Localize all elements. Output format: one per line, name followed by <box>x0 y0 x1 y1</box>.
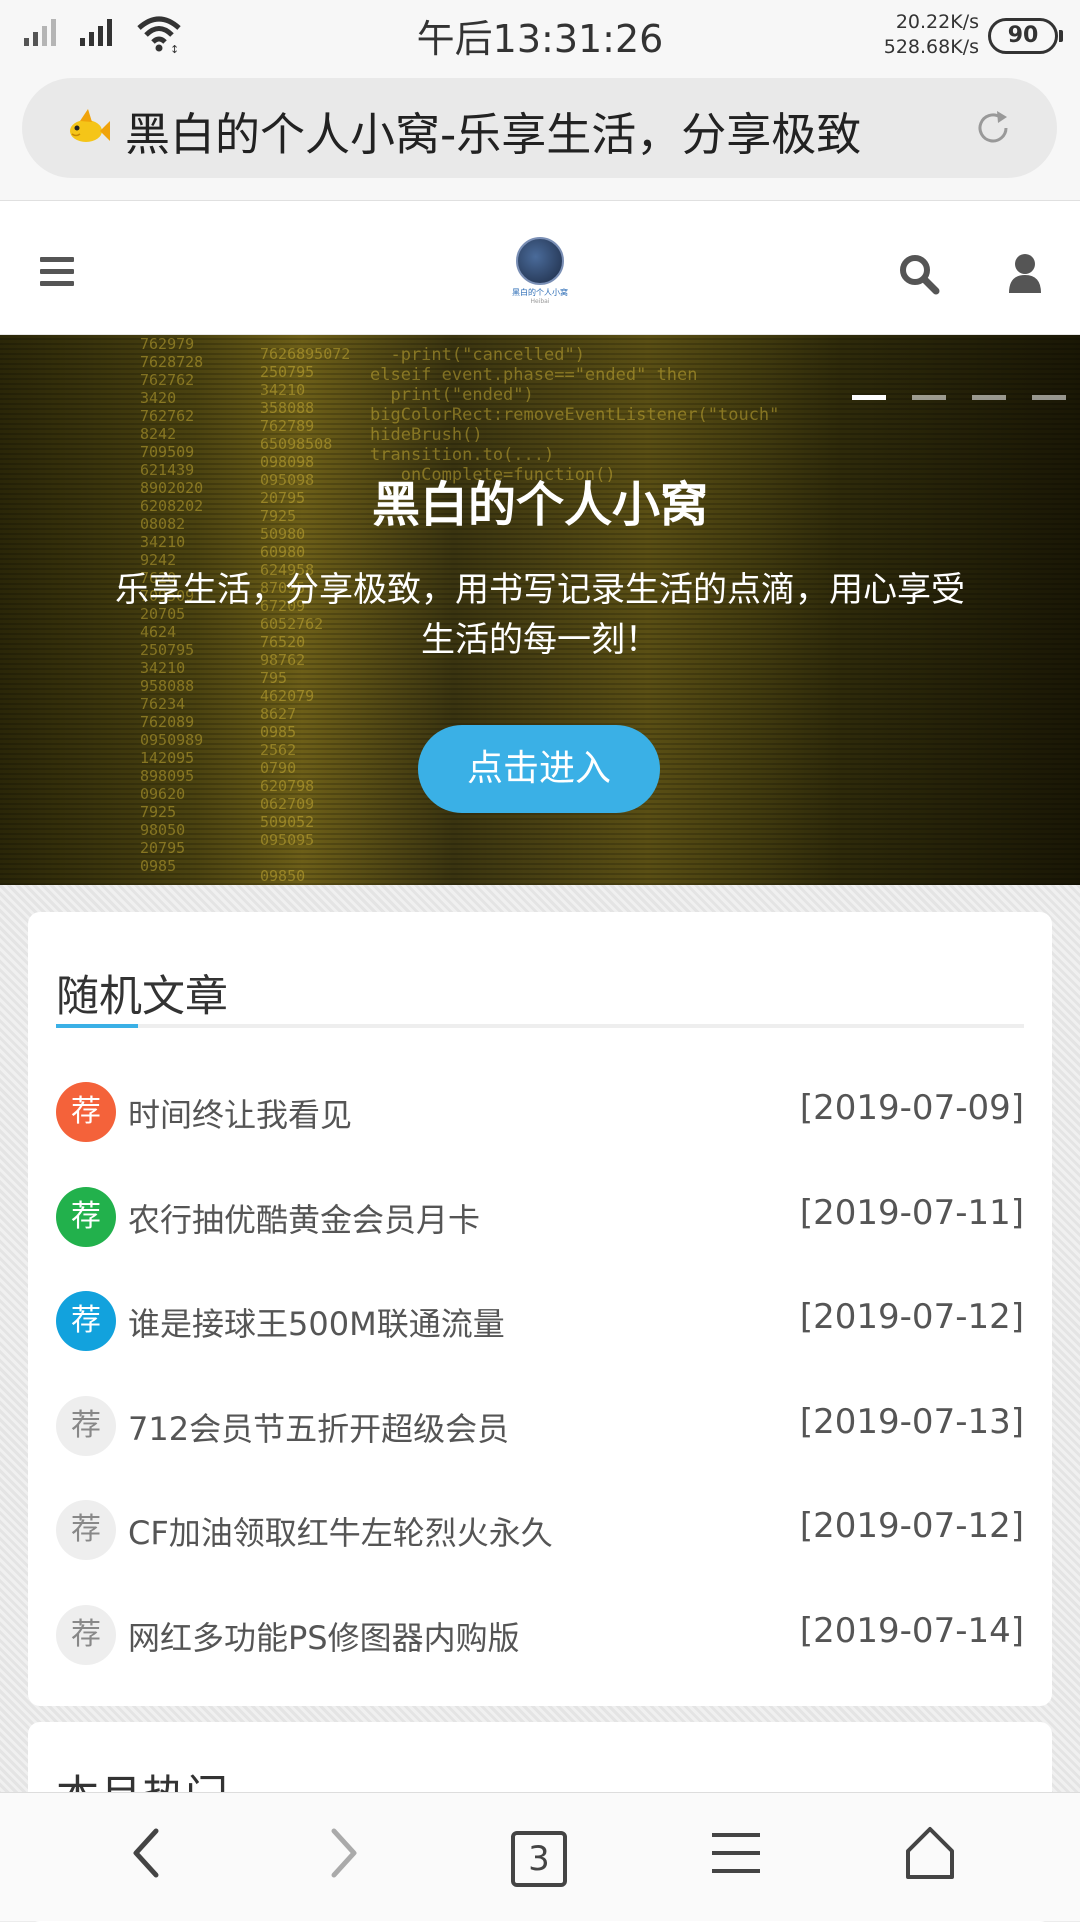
enter-button[interactable]: 点击进入 <box>418 725 660 813</box>
menu-icon[interactable] <box>40 257 74 287</box>
recommend-badge: 荐 <box>56 1500 116 1561</box>
section-divider <box>56 1024 1024 1028</box>
article-date: [2019-07-12] <box>799 1506 1024 1547</box>
carousel-indicators <box>852 395 1066 400</box>
article-date: [2019-07-13] <box>799 1401 1024 1442</box>
site-header: 黑白的个人小窝 Heibai <box>0 201 1080 335</box>
network-speed: 20.22K/s 528.68K/s <box>884 10 979 60</box>
forward-icon[interactable] <box>312 1823 372 1883</box>
list-item[interactable]: 荐时间终让我看见 [2019-07-09] <box>56 1060 1024 1165</box>
article-title[interactable]: 712会员节五折开超级会员 <box>128 1404 509 1450</box>
article-title[interactable]: 网红多功能PS修图器内购版 <box>128 1613 520 1659</box>
user-icon[interactable] <box>1008 253 1042 293</box>
recommend-badge: 荐 <box>56 1186 116 1247</box>
page-title: 黑白的个人小窝-乐享生活，分享极致 <box>125 108 862 161</box>
random-articles-card: 随机文章 荐时间终让我看见 [2019-07-09] 荐农行抽优酷黄金会员月卡 [20… <box>28 912 1052 1706</box>
article-title[interactable]: 谁是接球王500M联通流量 <box>128 1299 505 1345</box>
browser-bottom-nav: 3 <box>0 1792 1080 1921</box>
download-speed: 528.68K/s <box>883 36 979 58</box>
hero-banner: 762979 7628728 762762 3420 762762 8242 7… <box>0 335 1080 885</box>
recommend-badge: 荐 <box>56 1395 116 1456</box>
article-title[interactable]: CF加油领取红牛左轮烈火永久 <box>128 1508 553 1554</box>
search-icon[interactable] <box>898 253 940 295</box>
list-item[interactable]: 荐农行抽优酷黄金会员月卡 [2019-07-11] <box>56 1165 1024 1270</box>
tabs-icon[interactable]: 3 <box>511 1831 571 1891</box>
article-list: 荐时间终让我看见 [2019-07-09] 荐农行抽优酷黄金会员月卡 [2019-07… <box>56 1060 1024 1688</box>
upload-speed: 20.22K/s <box>895 11 979 33</box>
carousel-dot[interactable] <box>912 395 946 400</box>
home-icon[interactable] <box>900 1823 960 1883</box>
recommend-badge: 荐 <box>56 1604 116 1665</box>
list-item[interactable]: 荐网红多功能PS修图器内购版 [2019-07-14] <box>56 1583 1024 1688</box>
recommend-badge: 荐 <box>56 1082 116 1142</box>
back-icon[interactable] <box>118 1823 178 1883</box>
hero-background-code: -print("cancelled") elseif event.phase==… <box>370 345 780 485</box>
address-bar[interactable]: 黑白的个人小窝-乐享生活，分享极致 <box>22 78 1057 178</box>
tab-count: 3 <box>511 1831 567 1887</box>
logo-text: 黑白的个人小窝 <box>512 288 568 297</box>
browser-toolbar: 黑白的个人小窝-乐享生活，分享极致 <box>0 70 1080 201</box>
recommend-badge: 荐 <box>56 1291 116 1352</box>
hero-description: 乐享生活，分享极致，用书写记录生活的点滴，用心享受生活的每一刻！ <box>115 570 965 660</box>
list-item[interactable]: 荐 CF加油领取红牛左轮烈火永久 [2019-07-12] <box>56 1478 1024 1583</box>
browser-menu-icon[interactable] <box>706 1823 766 1883</box>
article-title[interactable]: 时间终让我看见 <box>128 1090 352 1136</box>
article-date: [2019-07-09] <box>799 1088 1024 1128</box>
article-date: [2019-07-14] <box>799 1610 1024 1651</box>
list-item[interactable]: 荐谁是接球王500M联通流量 [2019-07-12] <box>56 1269 1024 1374</box>
status-bar: ↕ 午后13:31:26 20.22K/s 528.68K/s 90 <box>0 0 1080 70</box>
carousel-dot[interactable] <box>852 395 886 400</box>
fish-icon <box>70 109 110 142</box>
logo-sub: Heibai <box>530 298 550 305</box>
article-title[interactable]: 农行抽优酷黄金会员月卡 <box>128 1195 480 1241</box>
reload-icon[interactable] <box>973 108 1013 148</box>
article-date: [2019-07-11] <box>799 1192 1024 1233</box>
section-title: 随机文章 <box>56 972 228 1022</box>
battery-indicator: 90 <box>988 18 1063 54</box>
site-logo[interactable]: 黑白的个人小窝 Heibai <box>500 237 580 307</box>
carousel-dot[interactable] <box>972 395 1006 400</box>
list-item[interactable]: 荐 712会员节五折开超级会员 [2019-07-13] <box>56 1374 1024 1479</box>
article-date: [2019-07-12] <box>799 1297 1024 1338</box>
logo-emblem <box>516 237 564 285</box>
hero-title: 黑白的个人小窝 <box>371 477 708 533</box>
carousel-dot[interactable] <box>1032 395 1066 400</box>
